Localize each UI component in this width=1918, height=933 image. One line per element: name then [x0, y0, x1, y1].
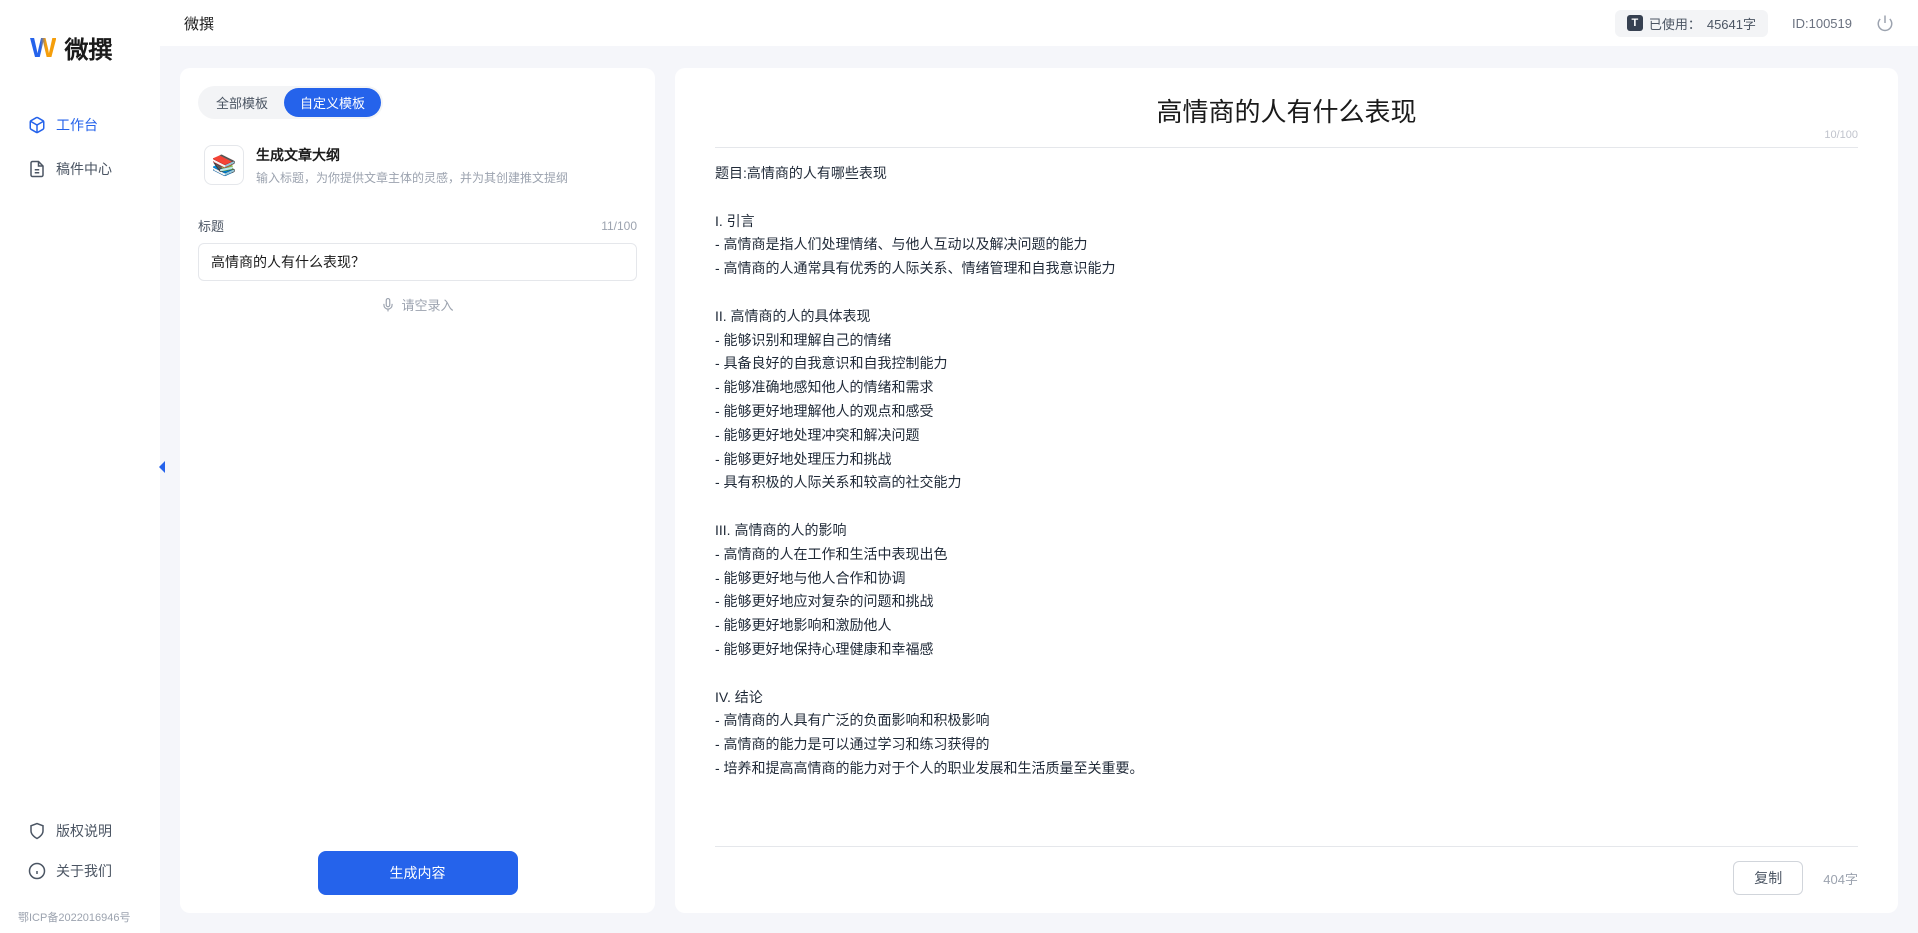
user-id: ID:100519 [1792, 16, 1852, 31]
generate-button[interactable]: 生成内容 [318, 851, 518, 895]
usage-label: 已使用： [1649, 14, 1701, 33]
template-info: 📚 生成文章大纲 输入标题，为你提供文章主体的灵感，并为其创建推文提纲 [198, 135, 637, 204]
left-panel: 全部模板 自定义模板 📚 生成文章大纲 输入标题，为你提供文章主体的灵感，并为其… [180, 68, 655, 913]
nav-label: 版权说明 [56, 821, 112, 841]
output-footer: 复制 404字 [715, 846, 1858, 895]
power-icon[interactable] [1876, 14, 1894, 32]
tab-all-templates[interactable]: 全部模板 [200, 88, 284, 117]
usage-badge[interactable]: T 已使用： 45641字 [1615, 10, 1768, 37]
nav-label: 关于我们 [56, 861, 112, 881]
sidebar-item-drafts[interactable]: 稿件中心 [12, 149, 148, 189]
document-icon [28, 160, 46, 178]
logo-text: 微撰 [64, 30, 112, 65]
template-meta: 生成文章大纲 输入标题，为你提供文章主体的灵感，并为其创建推文提纲 [256, 145, 568, 186]
right-panel: 高情商的人有什么表现 10/100 题目:高情商的人有哪些表现 I. 引言 - … [675, 68, 1898, 913]
template-name: 生成文章大纲 [256, 145, 568, 165]
logo-icon: W [30, 32, 56, 64]
topbar-title: 微撰 [184, 13, 214, 34]
nav-label: 工作台 [56, 115, 98, 135]
title-input[interactable] [198, 243, 637, 281]
word-count: 404字 [1823, 869, 1858, 888]
voice-hint: 请空录入 [401, 295, 453, 314]
form-label-row: 标题 11/100 [198, 216, 637, 235]
icp-text: 鄂ICP备2022016946号 [0, 903, 160, 933]
output-divider [715, 147, 1858, 148]
t-icon: T [1627, 15, 1643, 31]
nav-items: 工作台 稿件中心 [0, 105, 160, 799]
cube-icon [28, 116, 46, 134]
main: 微撰 T 已使用： 45641字 ID:100519 全部模板 自定义模板 📚 [160, 0, 1918, 933]
copy-button[interactable]: 复制 [1733, 861, 1803, 895]
usage-value: 45641字 [1707, 14, 1756, 33]
shield-icon [28, 822, 46, 840]
voice-input[interactable]: 请空录入 [198, 281, 637, 328]
title-label: 标题 [198, 216, 224, 235]
sidebar-item-about[interactable]: 关于我们 [12, 851, 148, 891]
nav-footer: 版权说明 关于我们 [0, 799, 160, 903]
template-tabs: 全部模板 自定义模板 [198, 86, 383, 119]
topbar: 微撰 T 已使用： 45641字 ID:100519 [160, 0, 1918, 46]
sidebar-item-workbench[interactable]: 工作台 [12, 105, 148, 145]
template-icon: 📚 [204, 145, 244, 185]
sidebar-item-copyright[interactable]: 版权说明 [12, 811, 148, 851]
title-char-count: 11/100 [601, 219, 637, 233]
template-desc: 输入标题，为你提供文章主体的灵感，并为其创建推文提纲 [256, 169, 568, 186]
form-section: 标题 11/100 请空录入 [198, 204, 637, 851]
tab-custom-templates[interactable]: 自定义模板 [284, 88, 381, 117]
topbar-right: T 已使用： 45641字 ID:100519 [1615, 10, 1894, 37]
output-count-row: 10/100 [715, 129, 1858, 141]
logo: W 微撰 [0, 30, 160, 105]
content-area: 全部模板 自定义模板 📚 生成文章大纲 输入标题，为你提供文章主体的灵感，并为其… [160, 46, 1918, 933]
nav-label: 稿件中心 [56, 159, 112, 179]
output-title: 高情商的人有什么表现 [715, 92, 1858, 129]
sidebar: W 微撰 工作台 稿件中心 版权说明 关于我们 鄂ICP备2022016946号 [0, 0, 160, 933]
mic-icon [381, 298, 395, 312]
output-body[interactable]: 题目:高情商的人有哪些表现 I. 引言 - 高情商是指人们处理情绪、与他人互动以… [715, 162, 1858, 836]
output-title-count: 10/100 [1824, 129, 1858, 141]
info-icon [28, 862, 46, 880]
